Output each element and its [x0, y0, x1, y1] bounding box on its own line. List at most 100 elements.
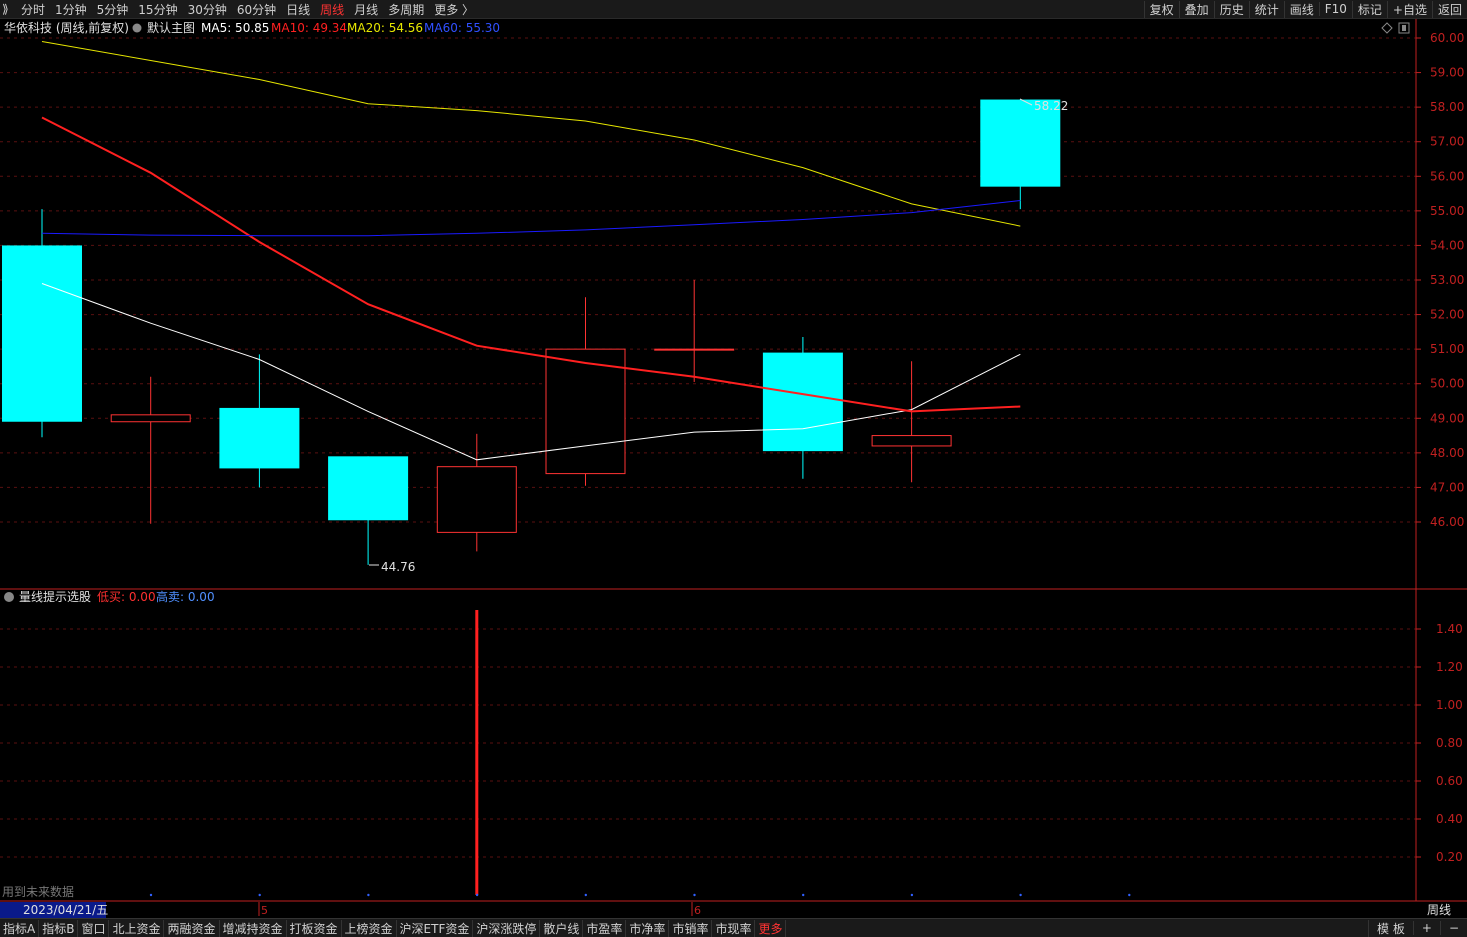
tab-period[interactable]: 月线: [349, 1, 383, 18]
indicator-toggle-icon[interactable]: [4, 592, 14, 602]
month-label: 6: [694, 904, 701, 917]
tab-pe[interactable]: 市盈率: [583, 919, 627, 937]
tab-window[interactable]: 窗口: [78, 919, 110, 937]
add-watchlist-button[interactable]: +自选: [1386, 0, 1432, 18]
tab-pcf[interactable]: 市现率: [712, 919, 756, 937]
tab-etf-fund[interactable]: 沪深ETF资金: [397, 919, 474, 937]
signal-dot: [475, 893, 479, 897]
tab-period[interactable]: 15分钟: [133, 1, 182, 18]
tab-limit-up-fund[interactable]: 打板资金: [287, 919, 342, 937]
price-tick-label: 56.00: [1430, 169, 1464, 183]
ma-line-ma20: [41, 41, 1021, 227]
ma-line-ma60: [41, 200, 1021, 237]
tab-indicator-b[interactable]: 指标B: [39, 919, 79, 937]
signal-tick-label: 0.20: [1436, 850, 1463, 864]
signal-tick-label: 0.40: [1436, 812, 1463, 826]
price-tick-label: 49.00: [1430, 411, 1464, 425]
window-icon-inner: [1402, 25, 1406, 31]
signal-dot: [149, 893, 153, 897]
history-button[interactable]: 历史: [1213, 0, 1249, 18]
template-label[interactable]: 默认主图: [147, 20, 195, 35]
indicator-tabbar: 指标A 指标B 窗口 北上资金 两融资金 增减持资金 打板资金 上榜资金 沪深E…: [0, 918, 1467, 937]
candle-body-up: [110, 414, 191, 423]
mark-button[interactable]: 标记: [1351, 0, 1387, 18]
tab-period[interactable]: 5分钟: [92, 1, 134, 18]
candle-body-down: [328, 456, 409, 521]
draw-line-button[interactable]: 画线: [1283, 0, 1319, 18]
signal-dots: [149, 893, 1131, 897]
signal-tick-label: 1.00: [1436, 698, 1463, 712]
tab-ps[interactable]: 市销率: [669, 919, 713, 937]
restore-rights-button[interactable]: 复权: [1143, 0, 1179, 18]
signal-tick-label: 0.80: [1436, 736, 1463, 750]
ma10-value: MA10: 49.34: [271, 21, 347, 35]
f10-button[interactable]: F10: [1318, 2, 1352, 16]
low-price-label: 44.76: [381, 560, 415, 574]
collapse-icon[interactable]: ⟫: [0, 2, 16, 16]
tab-more[interactable]: 更多: [755, 919, 787, 937]
signal-dot: [367, 893, 370, 897]
zoom-in-button[interactable]: +: [1412, 921, 1440, 935]
signal-dot: [910, 893, 914, 897]
high-sell-value: 高卖: 0.00: [156, 589, 215, 604]
tab-period[interactable]: 分时: [16, 1, 50, 18]
high-price-label: 58.22: [1034, 99, 1068, 113]
price-tick-label: 55.00: [1430, 204, 1464, 218]
period-label: 周线: [1427, 903, 1451, 917]
candlesticks: [2, 99, 1061, 565]
ma-line-ma10: [41, 116, 1021, 413]
price-tick-label: 46.00: [1430, 515, 1464, 529]
stock-title: 华依科技 (周线,前复权): [4, 20, 129, 35]
signal-dot: [584, 893, 587, 897]
kline-chart[interactable]: 46.0047.0048.0049.0050.0051.0052.0053.00…: [0, 19, 1467, 918]
tab-period[interactable]: 多周期: [383, 1, 429, 18]
tab-top-list-fund[interactable]: 上榜资金: [342, 919, 397, 937]
tab-period[interactable]: 日线: [281, 1, 315, 18]
signal-tick-label: 1.40: [1436, 622, 1463, 636]
back-button[interactable]: 返回: [1431, 0, 1467, 18]
chart-actions: 复权 叠加 历史 统计 画线 F10 标记 +自选 返回: [1143, 0, 1467, 18]
moving-averages: [41, 41, 1021, 461]
diamond-icon[interactable]: [1381, 22, 1393, 34]
price-tick-label: 59.00: [1430, 66, 1464, 80]
overlay-button[interactable]: 叠加: [1178, 0, 1214, 18]
period-tabs: ⟫ 分时 1分钟 5分钟 15分钟 30分钟 60分钟 日线 周线 月线 多周期…: [0, 0, 479, 18]
price-tick-label: 58.00: [1430, 100, 1464, 114]
low-buy-value: 低买: 0.00: [97, 590, 156, 604]
tab-northbound[interactable]: 北上资金: [109, 919, 165, 937]
price-tick-label: 51.00: [1430, 342, 1464, 356]
tab-pb[interactable]: 市净率: [626, 919, 670, 937]
signal-ticks: 0.20 0.40 0.60 0.80 1.00 1.20 1.40: [1416, 622, 1463, 864]
ma-line-ma5: [41, 283, 1021, 461]
template-board-button[interactable]: 模 板: [1368, 919, 1413, 937]
signal-tick-label: 1.20: [1436, 660, 1463, 674]
tab-period-active[interactable]: 周线: [315, 1, 349, 18]
candle-body-down: [2, 245, 82, 422]
tab-period[interactable]: 60分钟: [232, 1, 281, 18]
price-tick-label: 53.00: [1430, 273, 1464, 287]
signal-dot: [802, 893, 805, 897]
price-tick-label: 54.00: [1430, 238, 1464, 252]
template-dropdown-icon[interactable]: [132, 23, 142, 33]
tab-indicator-a[interactable]: 指标A: [0, 919, 40, 937]
statistics-button[interactable]: 统计: [1248, 0, 1284, 18]
candle-body-up: [871, 435, 952, 447]
zoom-out-button[interactable]: −: [1439, 921, 1467, 935]
signal-bars: [475, 610, 479, 895]
low-buy-signal-bar: [475, 610, 479, 895]
tab-holdings-change[interactable]: 增减持资金: [220, 919, 287, 937]
signal-dot: [258, 893, 261, 897]
tab-retail-line[interactable]: 散户线: [540, 919, 584, 937]
tab-more[interactable]: 更多 〉: [429, 1, 479, 18]
price-tick-label: 57.00: [1430, 135, 1464, 149]
price-tick-label: 47.00: [1430, 480, 1464, 494]
price-tick-label: 48.00: [1430, 446, 1464, 460]
tab-period[interactable]: 1分钟: [50, 1, 92, 18]
ma20-value: MA20: 54.56: [347, 21, 423, 35]
tab-period[interactable]: 30分钟: [183, 1, 232, 18]
cursor-date: 2023/04/21/五: [23, 903, 108, 917]
indicator-name[interactable]: 量线提示选股: [19, 589, 91, 604]
tab-up-down-stop[interactable]: 沪深涨跌停: [473, 919, 541, 937]
signal-dot: [693, 893, 696, 897]
tab-margin[interactable]: 两融资金: [164, 919, 220, 937]
